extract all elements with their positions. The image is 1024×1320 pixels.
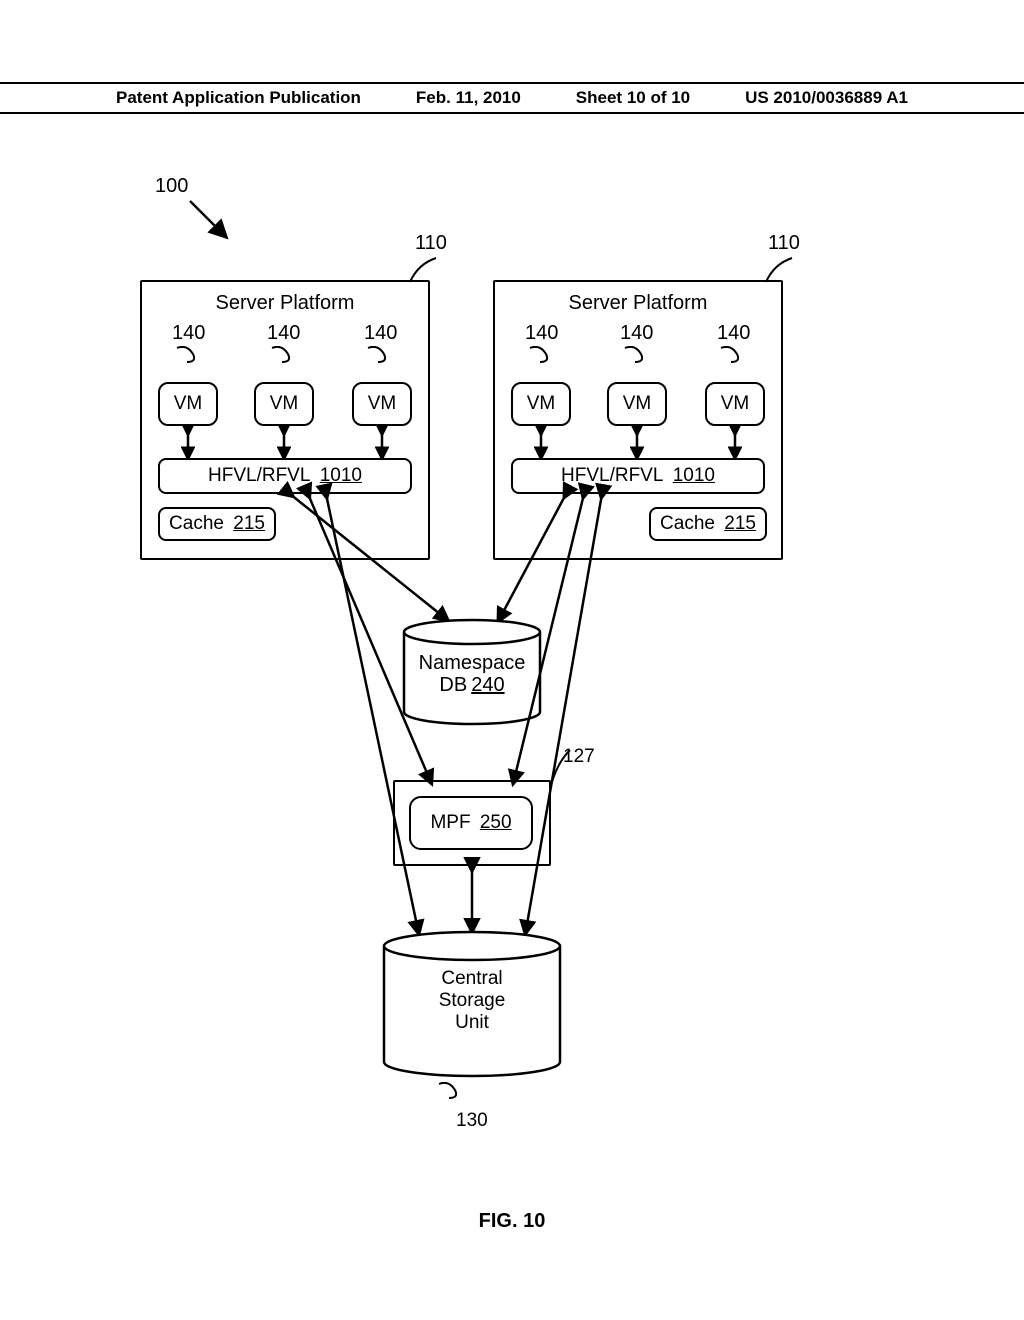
squiggle: [173, 346, 201, 364]
vm-box: VM: [254, 382, 314, 426]
vm-hfvl-arrow: [534, 426, 548, 458]
hfvl-label: HFVL/RFVL: [208, 465, 310, 487]
ref-100-arrow: [185, 196, 235, 246]
squiggle: [364, 346, 392, 364]
squiggle-130: [435, 1082, 463, 1100]
pub-type: Patent Application Publication: [116, 88, 361, 108]
vm-ref-2: 140: [620, 322, 653, 345]
mpf-outer-box: MPF 250: [393, 780, 551, 866]
vm-ref-1: 140: [525, 322, 558, 345]
ref-130-label: 130: [456, 1110, 488, 1132]
central-line3: Unit: [378, 1012, 566, 1034]
hfvl-label: HFVL/RFVL: [561, 465, 663, 487]
hfvl-num: 1010: [320, 465, 362, 487]
pub-number: US 2010/0036889 A1: [745, 88, 908, 108]
nsdb-label: DB: [439, 674, 467, 696]
figure-diagram: 100 110 110 Server Platform 140 140 140 …: [0, 150, 1024, 1200]
vm-hfvl-arrow: [181, 426, 195, 458]
mpf-inner-box: MPF 250: [409, 796, 533, 850]
vm-hfvl-arrow: [728, 426, 742, 458]
ref-110-right-label: 110: [768, 232, 800, 255]
vm-box: VM: [158, 382, 218, 426]
vm-hfvl-arrow: [277, 426, 291, 458]
page-header: Patent Application Publication Feb. 11, …: [0, 82, 1024, 114]
ref-100-label: 100: [155, 175, 188, 198]
vm-ref-3: 140: [364, 322, 397, 345]
vm-box: VM: [511, 382, 571, 426]
vm-box: VM: [705, 382, 765, 426]
vm-box: VM: [607, 382, 667, 426]
squiggle: [717, 346, 745, 364]
vm-box: VM: [352, 382, 412, 426]
server-title-left: Server Platform: [216, 292, 355, 315]
ref-127-label: 127: [563, 746, 595, 768]
nsdb-line2: DB240: [412, 674, 532, 697]
server-title-right: Server Platform: [569, 292, 708, 315]
squiggle: [526, 346, 554, 364]
hfvl-box: HFVL/RFVL 1010: [511, 458, 765, 494]
hfvl-box: HFVL/RFVL 1010: [158, 458, 412, 494]
central-line1: Central: [378, 968, 566, 990]
vm-hfvl-arrow: [630, 426, 644, 458]
figure-caption: FIG. 10: [0, 1210, 1024, 1233]
pub-date: Feb. 11, 2010: [416, 88, 521, 108]
ref-110-left-label: 110: [415, 232, 447, 255]
mpf-label: MPF: [430, 812, 470, 834]
squiggle: [268, 346, 296, 364]
vm-ref-3: 140: [717, 322, 750, 345]
hfvl-num: 1010: [673, 465, 715, 487]
squiggle: [621, 346, 649, 364]
vm-ref-2: 140: [267, 322, 300, 345]
vm-ref-1: 140: [172, 322, 205, 345]
sheet-info: Sheet 10 of 10: [576, 88, 690, 108]
mpf-num: 250: [480, 812, 512, 834]
nsdb-line1: Namespace: [412, 652, 532, 675]
nsdb-num: 240: [471, 674, 504, 696]
central-line2: Storage: [378, 990, 566, 1012]
vm-hfvl-arrow: [375, 426, 389, 458]
